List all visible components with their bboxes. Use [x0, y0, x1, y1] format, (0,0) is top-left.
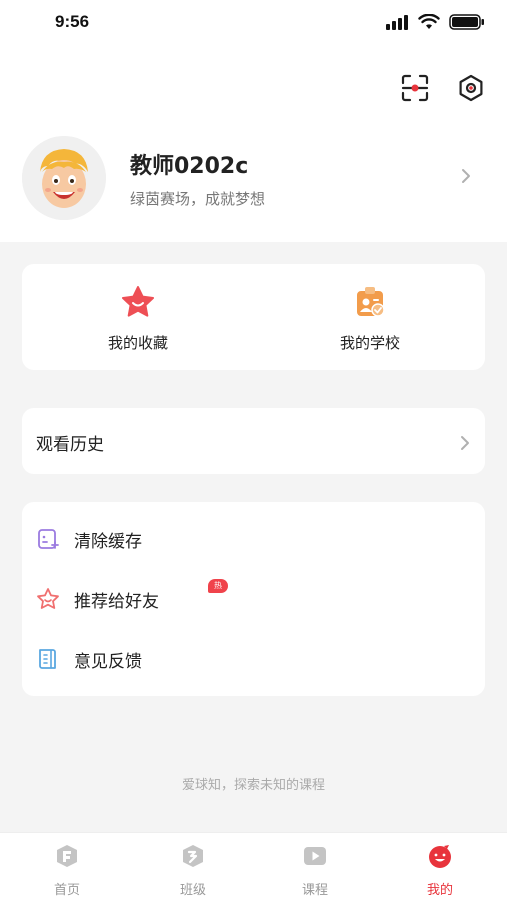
avatar-cartoon-icon [22, 136, 106, 220]
gear-icon [459, 74, 483, 102]
bottom-tab-bar: 首页 班级 课程 我的 [0, 832, 507, 900]
clear-cache-item[interactable]: 清除缓存 [36, 519, 456, 559]
star-icon [122, 286, 154, 317]
settings-button[interactable] [455, 72, 487, 104]
quick-actions-card: 我的收藏 我的学校 [22, 264, 485, 370]
feedback-item[interactable]: 意见反馈 [36, 639, 456, 679]
feedback-label: 意见反馈 [74, 651, 142, 672]
app-slogan: 爱球知，探索未知的课程 [181, 778, 325, 793]
header-area: 9:56 教师0202c 绿茵赛场，成就梦想 [0, 0, 507, 242]
tab-home-label: 首页 [53, 883, 80, 898]
tab-course-label: 课程 [301, 883, 328, 898]
my-favorites-button[interactable]: 我的收藏 [22, 284, 254, 354]
battery-icon [449, 14, 484, 30]
class-icon [183, 845, 203, 867]
profile-motto: 绿茵赛场，成就梦想 [130, 190, 266, 208]
tab-class-label: 班级 [179, 883, 206, 898]
home-icon [57, 845, 77, 867]
my-school-label: 我的学校 [339, 334, 400, 352]
avatar[interactable] [22, 136, 106, 220]
watch-history-row[interactable]: 观看历史 [22, 408, 485, 474]
clear-cache-icon [38, 529, 59, 549]
settings-menu-card: 清除缓存 推荐给好友 热 意见反馈 [22, 502, 485, 696]
profile-name: 教师0202c [130, 154, 249, 179]
chevron-right-icon [462, 169, 470, 183]
signal-icon [386, 15, 408, 30]
tab-course[interactable]: 课程 [252, 843, 378, 898]
chevron-right-icon [461, 436, 469, 450]
clear-cache-label: 清除缓存 [74, 531, 142, 552]
feedback-icon [39, 649, 56, 669]
tab-profile-label: 我的 [426, 883, 453, 898]
my-school-button[interactable]: 我的学校 [254, 284, 486, 354]
tab-profile[interactable]: 我的 [377, 843, 503, 898]
recommend-friends-label: 推荐给好友 [74, 591, 159, 612]
recommend-star-icon [37, 588, 59, 609]
my-favorites-label: 我的收藏 [107, 334, 168, 352]
status-time: 9:56 [55, 12, 90, 31]
status-bar: 9:56 [0, 0, 507, 46]
wifi-icon [418, 14, 440, 29]
scan-icon [401, 74, 429, 102]
header-actions [399, 72, 487, 104]
tab-class[interactable]: 班级 [130, 843, 256, 898]
scan-button[interactable] [399, 72, 431, 104]
hot-badge: 热 [208, 579, 228, 593]
school-badge-icon [357, 287, 385, 317]
profile-face-icon [429, 845, 451, 868]
profile-header[interactable]: 教师0202c 绿茵赛场，成就梦想 [22, 136, 485, 220]
course-play-icon [304, 847, 326, 865]
tab-home[interactable]: 首页 [4, 843, 130, 898]
watch-history-label: 观看历史 [36, 435, 104, 455]
recommend-friends-item[interactable]: 推荐给好友 热 [36, 579, 456, 619]
status-icons [385, 14, 485, 30]
